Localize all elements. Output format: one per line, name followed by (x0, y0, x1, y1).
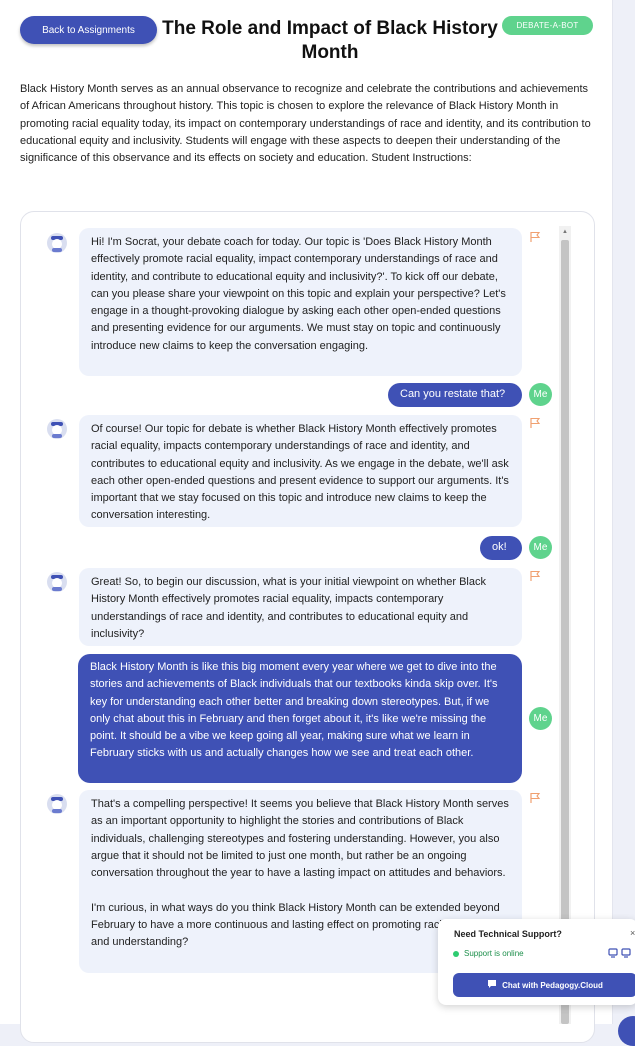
scroll-up-arrow-icon[interactable]: ▲ (559, 226, 571, 238)
flag-icon[interactable] (529, 416, 541, 428)
support-agents-icon (608, 947, 632, 961)
support-widget: Need Technical Support? × Support is onl… (438, 919, 635, 1005)
assignment-page: Back to Assignments The Role and Impact … (0, 0, 613, 1043)
online-status-dot (453, 951, 459, 957)
close-icon[interactable]: × (630, 928, 635, 938)
back-to-assignments-button[interactable]: Back to Assignments (20, 16, 157, 44)
me-avatar: Me (529, 536, 552, 559)
topic-description: Black History Month serves as an annual … (20, 83, 591, 165)
support-status: Support is online (464, 949, 524, 958)
chat-button-label: Chat with Pedagogy.Cloud (502, 980, 603, 990)
chat-bubble-icon (487, 979, 497, 991)
page-title: The Role and Impact of Black History Mon… (162, 18, 498, 63)
socrat-avatar-icon (46, 571, 68, 593)
flag-icon[interactable] (529, 230, 541, 242)
user-message: Black History Month is like this big mom… (78, 654, 522, 783)
floating-action-button[interactable] (618, 1016, 635, 1046)
socrat-avatar-icon (46, 418, 68, 440)
chat-scrollbar[interactable]: ▲ (559, 226, 571, 1024)
me-avatar: Me (529, 383, 552, 406)
socrat-avatar-icon (46, 232, 68, 254)
bot-message: Hi! I'm Socrat, your debate coach for to… (79, 228, 522, 376)
bot-message: Of course! Our topic for debate is wheth… (79, 415, 522, 527)
scroll-thumb[interactable] (561, 240, 569, 1024)
debate-a-bot-badge: DEBATE-A-BOT (502, 16, 593, 35)
flag-icon[interactable] (529, 791, 541, 803)
flag-icon[interactable] (529, 569, 541, 581)
user-message: ok! (480, 536, 522, 560)
me-avatar: Me (529, 707, 552, 730)
user-message: Can you restate that? (388, 383, 522, 407)
right-background (613, 0, 635, 1024)
support-title: Need Technical Support? (454, 929, 562, 939)
chat-with-support-button[interactable]: Chat with Pedagogy.Cloud (453, 973, 635, 997)
bot-message: Great! So, to begin our discussion, what… (79, 568, 522, 646)
socrat-avatar-icon (46, 793, 68, 815)
